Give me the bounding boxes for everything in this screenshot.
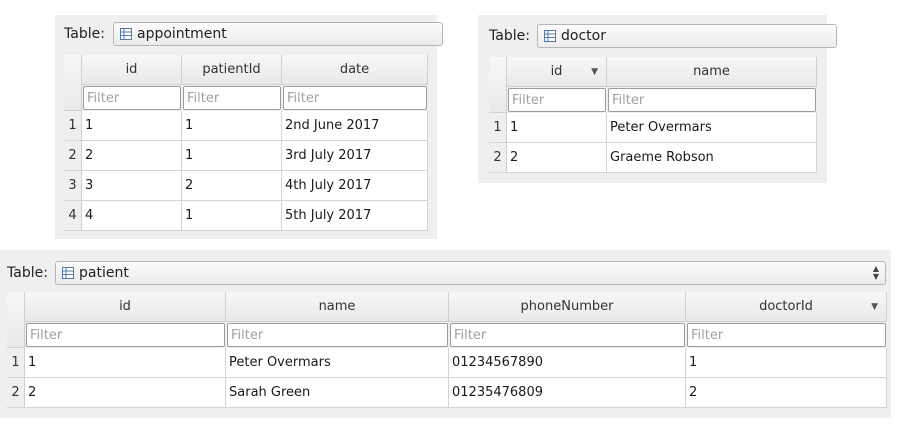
row-number[interactable]: 1	[7, 348, 25, 378]
table-cell[interactable]: Peter Overmars	[607, 113, 817, 143]
table-cell[interactable]: 2	[25, 378, 226, 408]
table-label: Table:	[489, 28, 530, 44]
row-number[interactable]: 1	[489, 113, 507, 143]
table-selector-appointment[interactable]: appointment	[113, 22, 443, 46]
row-number[interactable]: 2	[64, 141, 82, 171]
table-icon	[62, 267, 74, 279]
column-header-name[interactable]: name	[226, 292, 449, 322]
column-header-date[interactable]: date	[282, 55, 428, 85]
appointment-panel: Table: appointment id patientId date 1 1…	[55, 15, 443, 239]
table-cell[interactable]: 4th July 2017	[282, 171, 428, 201]
table-cell[interactable]: 1	[686, 348, 887, 378]
table-cell[interactable]: 3rd July 2017	[282, 141, 428, 171]
table-cell[interactable]: 1	[182, 111, 282, 141]
table-cell[interactable]: 2	[686, 378, 887, 408]
table-cell[interactable]: 1	[507, 113, 607, 143]
table-cell[interactable]: 01234567890	[449, 348, 686, 378]
table-cell[interactable]: 1	[182, 201, 282, 231]
patient-panel: Table: patient ▲ ▼ id name phoneNumber do…	[0, 250, 891, 418]
filter-input-doctorId[interactable]	[687, 323, 886, 347]
table-cell[interactable]: 4	[82, 201, 182, 231]
table-cell[interactable]: 5th July 2017	[282, 201, 428, 231]
patient-grid: id name phoneNumber doctorId▼ 1 1 Peter …	[7, 292, 887, 410]
grid-corner	[7, 292, 25, 348]
table-cell[interactable]: 01235476809	[449, 378, 686, 408]
filter-input-date[interactable]	[283, 86, 427, 110]
column-header-patientId[interactable]: patientId	[182, 55, 282, 85]
table-cell[interactable]: 1	[182, 141, 282, 171]
column-header-id[interactable]: id	[82, 55, 182, 85]
table-cell[interactable]: 3	[82, 171, 182, 201]
table-cell[interactable]: 2	[82, 141, 182, 171]
filter-input-name[interactable]	[608, 88, 816, 112]
filter-input-id[interactable]	[26, 323, 225, 347]
doctor-panel: Table: doctor id▼ name 1 1 Peter Overmar…	[478, 15, 837, 183]
table-cell[interactable]: 2	[182, 171, 282, 201]
sort-down-icon[interactable]: ▼	[871, 292, 878, 322]
table-cell[interactable]: 2	[507, 143, 607, 173]
table-label: Table:	[64, 26, 105, 42]
table-cell[interactable]: 1	[82, 111, 182, 141]
filter-input-id[interactable]	[508, 88, 606, 112]
filter-input-patientId[interactable]	[183, 86, 281, 110]
row-number[interactable]: 2	[7, 378, 25, 408]
table-label: Table:	[7, 265, 48, 281]
appointment-grid: id patientId date 1 1 1 2nd June 2017 2 …	[64, 55, 428, 232]
doctor-grid: id▼ name 1 1 Peter Overmars 2 2 Graeme R…	[489, 57, 817, 174]
table-name: appointment	[137, 26, 227, 42]
table-icon	[120, 28, 132, 40]
column-header-id[interactable]: id ▼	[507, 57, 607, 87]
table-selector-doctor[interactable]: doctor	[537, 24, 837, 48]
spinner-arrows-icon[interactable]: ▲ ▼	[873, 265, 879, 281]
table-icon	[544, 30, 556, 42]
grid-corner	[64, 55, 82, 111]
table-selector-patient[interactable]: patient ▲ ▼	[55, 261, 886, 285]
table-name: patient	[79, 265, 129, 281]
table-cell[interactable]: Graeme Robson	[607, 143, 817, 173]
table-name: doctor	[561, 28, 606, 44]
table-cell[interactable]: Peter Overmars	[226, 348, 449, 378]
row-number[interactable]: 2	[489, 143, 507, 173]
column-header-id[interactable]: id	[25, 292, 226, 322]
grid-corner	[489, 57, 507, 113]
filter-input-id[interactable]	[83, 86, 181, 110]
column-header-phoneNumber[interactable]: phoneNumber	[449, 292, 686, 322]
table-cell[interactable]: 1	[25, 348, 226, 378]
column-header-name[interactable]: name	[607, 57, 817, 87]
row-number[interactable]: 1	[64, 111, 82, 141]
row-number[interactable]: 3	[64, 171, 82, 201]
filter-input-name[interactable]	[227, 323, 448, 347]
row-number[interactable]: 4	[64, 201, 82, 231]
table-cell[interactable]: 2nd June 2017	[282, 111, 428, 141]
column-header-doctorId[interactable]: doctorId ▼	[686, 292, 887, 322]
filter-input-phoneNumber[interactable]	[450, 323, 685, 347]
sort-down-icon[interactable]: ▼	[591, 57, 598, 87]
table-cell[interactable]: Sarah Green	[226, 378, 449, 408]
